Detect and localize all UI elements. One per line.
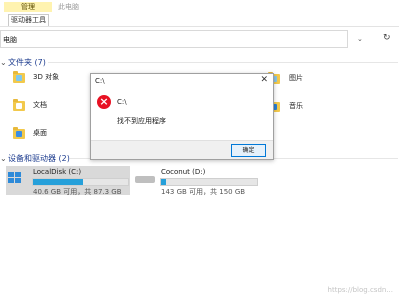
close-icon[interactable]: ✕ (260, 75, 268, 85)
watermark: https://blog.csdn... (327, 286, 393, 294)
folder-label[interactable]: 文档 (33, 100, 47, 110)
drive-c-name: LocalDisk (C:) (33, 168, 82, 176)
ribbon: 管理 驱动器工具 此电脑 (0, 0, 399, 27)
address-text: 电脑 (3, 36, 17, 44)
chevron-down-icon: ⌄ (0, 58, 7, 67)
this-pc-tab[interactable]: 此电脑 (58, 2, 79, 12)
manage-tab[interactable]: 管理 (4, 2, 52, 12)
drive-tools-tab[interactable]: 驱动器工具 (8, 14, 49, 26)
chevron-down-icon[interactable]: ⌄ (357, 35, 363, 43)
desktop-folder-icon[interactable] (13, 127, 25, 139)
refresh-icon[interactable]: ↻ (383, 33, 391, 43)
error-icon: × (97, 95, 111, 109)
drive-d-detail: 143 GB 可用，共 150 GB (161, 188, 246, 196)
address-bar[interactable]: 电脑 (0, 30, 348, 48)
error-dialog: C:\ ✕ × C:\ 找不到应用程序 确定 (90, 73, 274, 160)
folder-label[interactable]: 图片 (289, 73, 303, 83)
windows-drive-icon (8, 172, 22, 184)
dialog-path: C:\ (117, 98, 127, 106)
folder-label[interactable]: 音乐 (289, 101, 303, 111)
dialog-message: 找不到应用程序 (117, 117, 166, 125)
hard-drive-icon (135, 176, 155, 183)
folders-section-header[interactable]: ⌄文件夹 (7) (0, 57, 46, 68)
documents-folder-icon[interactable] (13, 99, 25, 111)
folder-icon[interactable] (13, 71, 25, 83)
divider (48, 62, 398, 63)
drive-d-usage-fill (161, 179, 166, 185)
chevron-down-icon: ⌄ (0, 154, 7, 163)
folder-label[interactable]: 桌面 (33, 128, 47, 138)
dialog-title: C:\ (95, 77, 105, 85)
devices-section-header[interactable]: ⌄设备和驱动器 (2) (0, 153, 70, 164)
drive-d-name[interactable]: Coconut (D:) (161, 168, 205, 176)
drive-c-usage-fill (33, 179, 84, 185)
drive-d-usage-bar (160, 178, 258, 186)
ok-button[interactable]: 确定 (231, 144, 266, 157)
drive-c-detail: 40.6 GB 可用，共 87.3 GB (33, 188, 122, 196)
dialog-footer: 确定 (91, 140, 273, 159)
folder-label[interactable]: 3D 对象 (33, 72, 59, 82)
